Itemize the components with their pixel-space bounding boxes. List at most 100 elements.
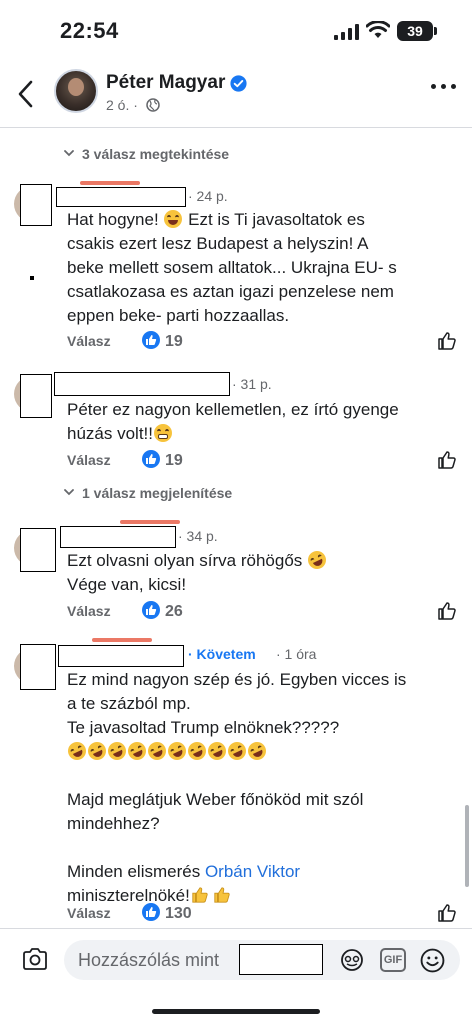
rofl-emoji [185,739,209,763]
more-options-button[interactable] [431,84,457,92]
redaction-mark [120,520,180,524]
page-avatar[interactable] [54,69,98,113]
comment-text: Péter ez nagyon kellemetlen, ez írtó gye… [67,398,399,446]
comment-composer: Hozzászólás mint GIF [0,928,472,1024]
mention-link[interactable]: Orbán Viktor [205,862,300,881]
comment-line: a te százból mp. [67,694,191,713]
gif-icon[interactable]: GIF [380,948,406,972]
comment-avatar-redacted[interactable] [20,374,52,418]
rofl-emoji [225,739,249,763]
comment-text: Ez mind nagyon szép és jó. Egyben vicces… [65,668,407,908]
comment-avatar-redacted[interactable] [20,528,56,572]
back-arrow-icon[interactable] [14,76,38,112]
comment-time: · 1 óra [276,646,317,662]
comment-author-redacted[interactable] [54,372,230,396]
comment-avatar-redacted[interactable] [20,184,52,226]
signal-icon [334,24,359,40]
view-replies-link[interactable]: 3 válasz megtekintése [64,146,229,162]
like-thumb-icon[interactable] [437,450,457,470]
like-count[interactable]: 19 [142,450,183,470]
like-reaction-icon [142,450,160,468]
comment-line: beke mellett sosem alltatok... Ukrajna E… [67,258,397,277]
like-reaction-icon [142,601,160,619]
comment-line: Majd meglátjuk Weber főnököd mit szól [67,790,364,809]
comment-line: Te javasoltad Trump elnöknek????? [67,718,340,737]
wifi-icon [366,21,390,38]
comment-line: csakis ezert lesz Budapest a helyszin! A [67,234,369,253]
comment-line: eppen beke- parti hozzaallas. [67,306,290,325]
page-name[interactable]: Péter Magyar [106,72,225,94]
like-count-value: 26 [165,603,183,620]
stray-dot [30,276,34,280]
like-count[interactable]: 130 [142,903,192,923]
status-bar: 22:54 39 [0,0,472,62]
comment-line: Péter ez nagyon kellemetlen, ez írtó gye… [67,400,399,419]
comment-line: Ezt is Ti javasoltatok es [188,210,365,229]
like-thumb-icon[interactable] [437,601,457,621]
like-reaction-icon [142,331,160,349]
globe-icon [146,98,160,112]
rofl-emoji [105,739,129,763]
rofl-emoji [125,739,149,763]
like-thumb-icon[interactable] [437,903,457,923]
follow-link[interactable]: · Követem [188,646,256,662]
comment-time: · 34 p. [178,528,218,544]
comment-line: Minden elismerés [67,862,205,881]
chevron-down-icon [64,489,74,496]
reply-button[interactable]: Válasz [67,452,111,468]
comment-author-redacted[interactable] [56,187,186,207]
comment-line: Hat hogyne! [67,210,164,229]
grimacing-emoji [154,424,172,442]
comment-line: Ez mind nagyon szép és jó. Egyben vicces… [67,670,407,689]
battery-indicator: 39 [397,21,433,41]
comment-input[interactable]: Hozzászólás mint GIF [64,940,460,980]
like-count-value: 19 [165,333,183,350]
comment-avatar-redacted[interactable] [20,644,56,690]
comment-author-redacted[interactable] [58,645,184,667]
sticker-icon[interactable] [340,948,364,972]
emoji-smile-icon[interactable] [420,948,445,973]
like-count[interactable]: 26 [142,601,183,621]
thumbs-up-emoji [213,886,233,904]
comment-text: Ezt olvasni olyan sírva röhögős Vége van… [67,548,329,597]
comment-input-placeholder: Hozzászólás mint [78,950,220,970]
thumbs-up-emoji [191,886,211,904]
rofl-emoji [165,739,189,763]
post-header: Péter Magyar 2 ó. · [0,62,472,128]
show-replies-label: 1 válasz megjelenítése [82,485,233,501]
comment-text: Hat hogyne! Ezt is Ti javasoltatok es cs… [67,208,397,328]
reply-button[interactable]: Válasz [67,333,111,349]
rofl-emoji [145,739,169,763]
scrollbar[interactable] [465,805,469,887]
like-count[interactable]: 19 [142,331,183,351]
comment-author-redacted[interactable] [60,526,176,548]
rofl-emoji [245,739,269,763]
redaction-mark [92,638,152,642]
comment-time: · 24 p. [188,188,228,204]
reply-button[interactable]: Válasz [67,603,111,619]
view-replies-label: 3 válasz megtekintése [82,146,230,162]
camera-icon[interactable] [22,947,48,971]
comment-line: húzás volt!! [67,424,153,443]
comment-time: · 31 p. [232,376,272,392]
like-count-value: 19 [165,452,183,469]
redaction-mark [80,181,140,185]
comment-line: csatlakozasa es aztan igazi penzelese ne… [67,282,394,301]
reply-button[interactable]: Válasz [67,905,111,921]
comment-line: mindehhez? [67,814,160,833]
comment-line: Ezt olvasni olyan sírva röhögős [67,551,308,570]
rofl-emoji [85,739,109,763]
comment-line: Vége van, kicsi! [67,575,187,594]
like-count-value: 130 [165,905,192,922]
like-thumb-icon[interactable] [437,331,457,351]
rofl-emoji [305,548,329,572]
verified-badge-icon [230,75,247,92]
show-replies-link[interactable]: 1 válasz megjelenítése [64,485,232,501]
rofl-emoji [65,739,89,763]
like-reaction-icon [142,903,160,921]
battery-tip [434,27,437,35]
rofl-emoji [205,739,229,763]
rofl-emoji-row [65,739,406,764]
user-name-redacted [239,944,323,975]
post-time: 2 ó. · [106,97,138,113]
